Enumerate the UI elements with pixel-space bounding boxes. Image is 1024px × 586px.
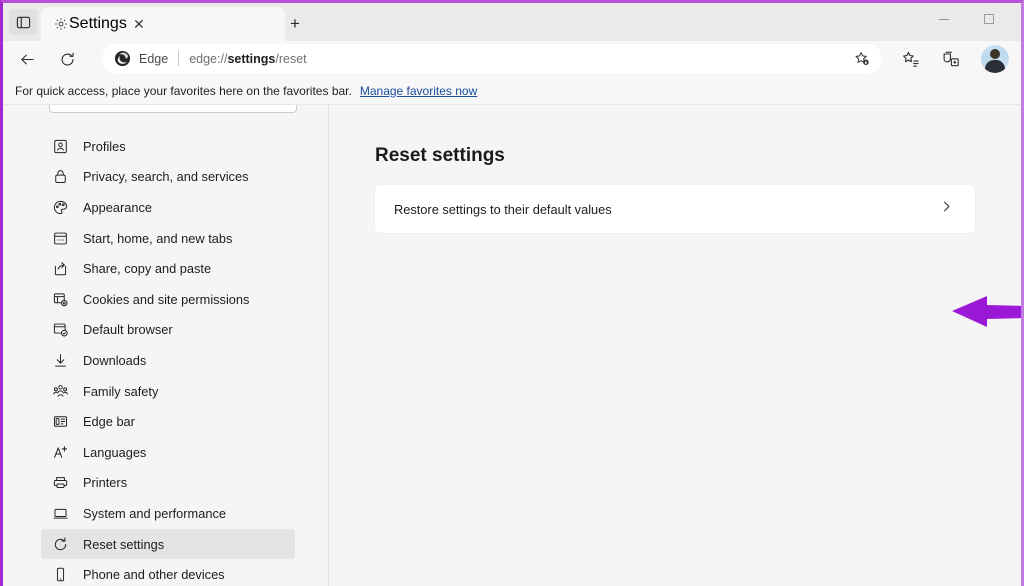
edge-bar-icon — [50, 412, 70, 432]
sidebar-item-label: Downloads — [83, 353, 146, 368]
cookies-permissions-icon — [50, 289, 70, 309]
maximize-icon — [984, 14, 994, 24]
sidebar-item-printers[interactable]: Printers — [41, 468, 295, 499]
languages-a-icon — [50, 442, 70, 462]
sidebar-item-share-copy-and-paste[interactable]: Share, copy and paste — [41, 253, 295, 284]
sidebar-item-system-and-performance[interactable]: System and performance — [41, 498, 295, 529]
sidebar-item-languages[interactable]: Languages — [41, 437, 295, 468]
sidebar-item-appearance[interactable]: Appearance — [41, 192, 295, 223]
phone-icon — [50, 565, 70, 585]
sidebar-item-label: Default browser — [83, 322, 173, 337]
sidebar-item-label: Phone and other devices — [83, 567, 225, 582]
favorites-button[interactable] — [895, 45, 925, 73]
sidebar-item-start-home-and-new-tabs[interactable]: Start, home, and new tabs — [41, 223, 295, 254]
download-arrow-icon — [50, 350, 70, 370]
refresh-button[interactable] — [51, 43, 83, 75]
new-tab-button[interactable]: + — [281, 10, 309, 36]
url-prefix: edge:// — [189, 52, 227, 66]
sidebar-scrollbar-track[interactable] — [321, 105, 327, 586]
family-people-icon — [50, 381, 70, 401]
sidebar-item-profiles[interactable]: Profiles — [41, 131, 295, 162]
manage-favorites-link[interactable]: Manage favorites now — [360, 84, 477, 98]
page-title: Reset settings — [375, 145, 505, 167]
edge-logo-icon — [114, 50, 131, 67]
sidebar-item-family-safety[interactable]: Family safety — [41, 376, 295, 407]
sidebar-item-label: Printers — [83, 475, 127, 490]
avatar-body — [985, 60, 1005, 73]
close-icon[interactable]: ✕ — [127, 12, 151, 36]
tab-strip: Settings ✕ + — [3, 3, 1021, 41]
settings-page: Profiles Privacy, search, and services App… — [3, 105, 1021, 586]
sidebar-item-label: Languages — [83, 445, 146, 460]
sidebar-item-phone-and-other-devices[interactable]: Phone and other devices — [41, 559, 295, 586]
favorites-bar-message: For quick access, place your favorites h… — [15, 84, 352, 98]
tab-search-icon[interactable] — [9, 9, 37, 35]
window-tabs-icon — [50, 228, 70, 248]
laptop-icon — [50, 503, 70, 523]
sidebar-item-label: System and performance — [83, 506, 226, 521]
address-brand-label: Edge — [139, 52, 168, 66]
sidebar-item-label: Privacy, search, and services — [83, 169, 248, 184]
purple-annotation-arrow — [949, 291, 1024, 329]
sidebar-item-default-browser[interactable]: Default browser — [41, 315, 295, 346]
lock-icon — [50, 167, 70, 187]
share-icon — [50, 259, 70, 279]
sidebar-item-reset-settings[interactable]: Reset settings — [41, 529, 295, 560]
settings-sidebar: Profiles Privacy, search, and services App… — [3, 105, 323, 586]
address-divider — [178, 51, 179, 66]
address-bar[interactable]: Edge edge://settings/reset — [102, 44, 882, 73]
search-settings-input[interactable] — [49, 105, 297, 113]
sidebar-item-cookies-and-site-permissions[interactable]: Cookies and site permissions — [41, 284, 295, 315]
profile-avatar[interactable] — [981, 45, 1009, 73]
add-favorite-star-icon[interactable] — [849, 47, 875, 71]
sidebar-item-label: Reset settings — [83, 537, 164, 552]
collections-button[interactable] — [935, 45, 965, 73]
maximize-button[interactable] — [966, 3, 1011, 35]
minimize-button[interactable] — [921, 3, 966, 35]
minimize-icon — [939, 19, 949, 20]
restore-defaults-row[interactable]: Restore settings to their default values — [375, 185, 975, 233]
sidebar-item-label: Edge bar — [83, 414, 135, 429]
sidebar-item-label: Share, copy and paste — [83, 261, 211, 276]
tab-settings[interactable]: Settings ✕ — [41, 7, 285, 41]
default-browser-icon — [50, 320, 70, 340]
sidebar-item-downloads[interactable]: Downloads — [41, 345, 295, 376]
url-suffix: /reset — [275, 52, 306, 66]
gear-icon — [53, 16, 69, 32]
favorites-bar: For quick access, place your favorites h… — [3, 77, 1021, 105]
sidebar-item-label: Cookies and site permissions — [83, 292, 249, 307]
reset-circular-arrow-icon — [50, 534, 70, 554]
sidebar-item-label: Family safety — [83, 384, 158, 399]
palette-icon — [50, 197, 70, 217]
sidebar-item-label: Start, home, and new tabs — [83, 231, 232, 246]
sidebar-item-label: Appearance — [83, 200, 152, 215]
browser-window: Settings ✕ + — [0, 0, 1024, 586]
avatar-head — [990, 49, 1000, 59]
sidebar-nav-list: Profiles Privacy, search, and services App… — [3, 131, 303, 586]
settings-content: Reset settings Restore settings to their… — [329, 105, 1021, 586]
profiles-icon — [50, 136, 70, 156]
chevron-right-icon — [940, 200, 953, 218]
url-bold-part: settings — [227, 52, 275, 66]
sidebar-item-label: Profiles — [83, 139, 126, 154]
sidebar-item-edge-bar[interactable]: Edge bar — [41, 406, 295, 437]
tab-title: Settings — [69, 15, 127, 33]
back-button[interactable] — [11, 43, 43, 75]
url-text: edge://settings/reset — [189, 52, 849, 66]
restore-defaults-label: Restore settings to their default values — [394, 202, 612, 217]
printer-icon — [50, 473, 70, 493]
sidebar-item-privacy-search-and-services[interactable]: Privacy, search, and services — [41, 162, 295, 193]
